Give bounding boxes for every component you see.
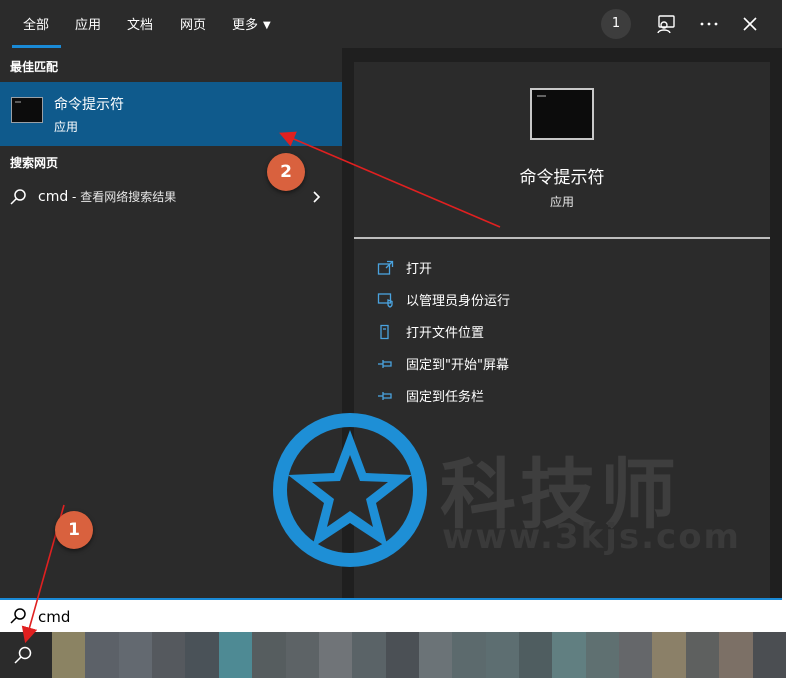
annotation-arrows — [21, 131, 501, 644]
step-marker-1: 1 — [55, 511, 93, 549]
step-marker-2: 2 — [267, 153, 305, 191]
arrow-to-best-match — [279, 131, 501, 228]
